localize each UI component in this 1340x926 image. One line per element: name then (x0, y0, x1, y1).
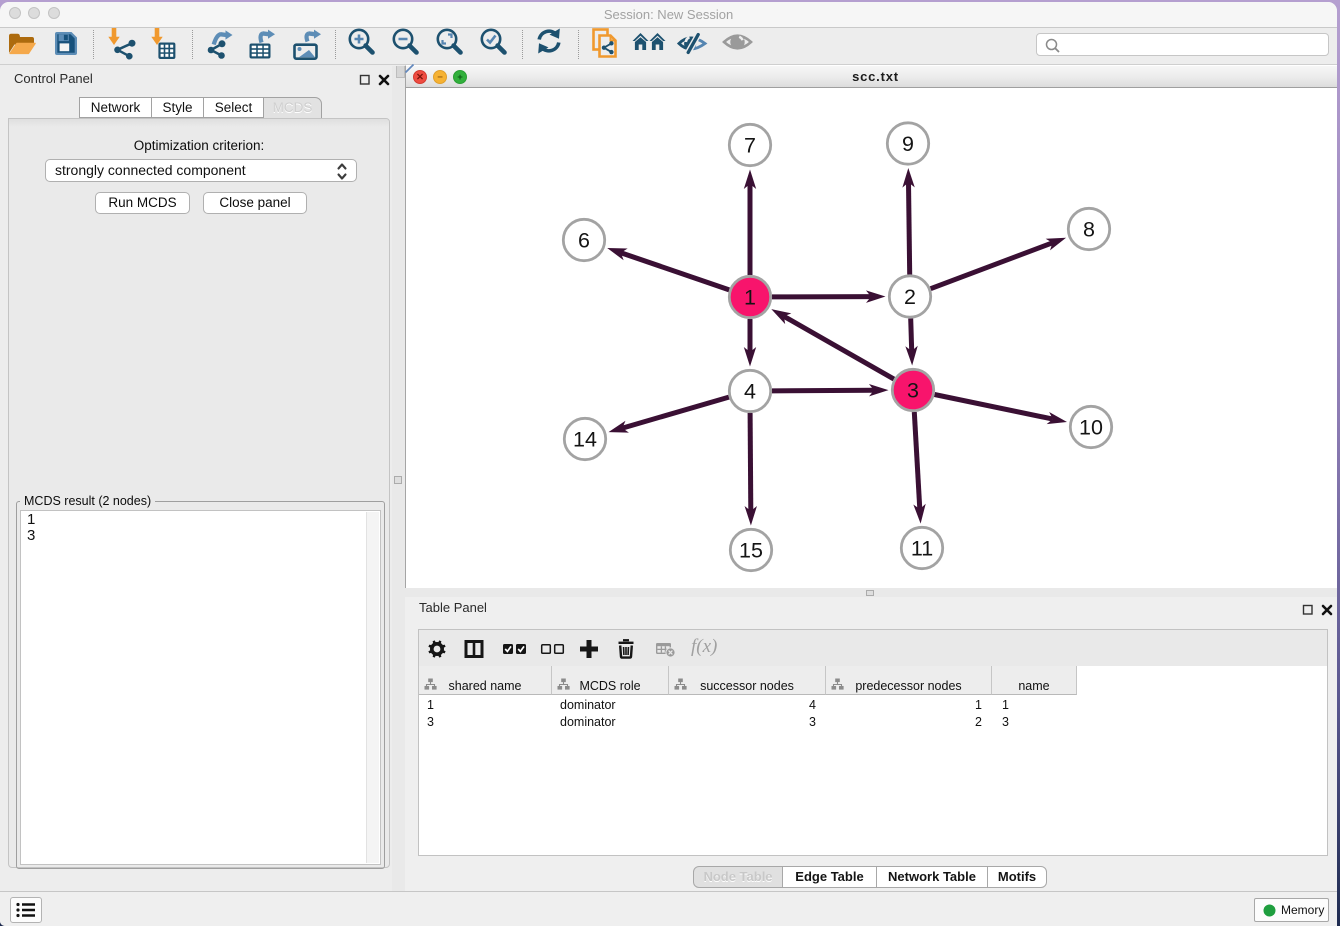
svg-text:6: 6 (578, 228, 590, 252)
svg-text:2: 2 (904, 285, 916, 309)
svg-text:3: 3 (907, 378, 919, 402)
svg-text:11: 11 (911, 536, 933, 560)
svg-text:14: 14 (573, 427, 597, 451)
svg-text:7: 7 (744, 133, 756, 157)
svg-text:8: 8 (1083, 217, 1095, 241)
svg-text:10: 10 (1079, 415, 1103, 439)
svg-text:15: 15 (739, 538, 763, 562)
svg-text:9: 9 (902, 132, 914, 156)
svg-text:1: 1 (744, 285, 756, 309)
svg-text:4: 4 (744, 379, 756, 403)
